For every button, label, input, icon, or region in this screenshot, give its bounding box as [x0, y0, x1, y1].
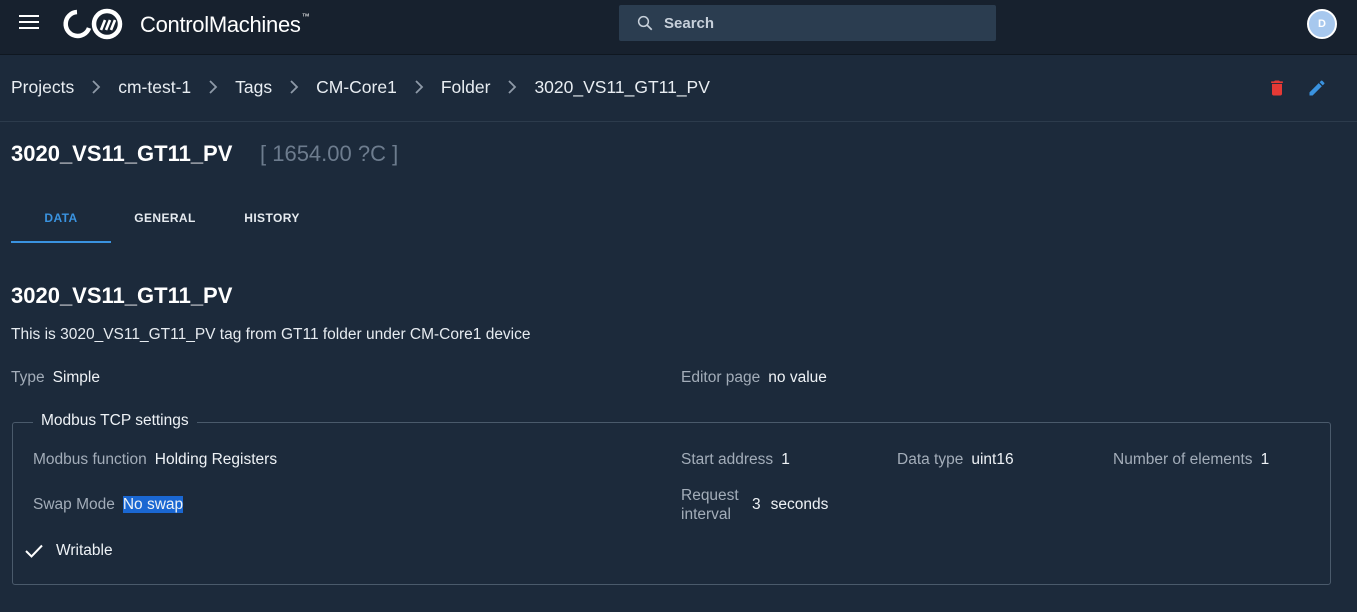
editor-page-label: Editor page — [681, 369, 761, 386]
delete-icon[interactable] — [1267, 78, 1287, 98]
request-interval-value: 3 — [752, 496, 761, 513]
breadcrumb-project[interactable]: cm-test-1 — [118, 77, 191, 98]
breadcrumb-bar: Projects cm-test-1 Tags CM-Core1 Folder … — [0, 56, 1357, 122]
request-interval-field: 3 seconds — [752, 496, 828, 514]
search-input[interactable] — [664, 5, 984, 41]
swap-mode-label: Swap Mode — [33, 496, 115, 513]
type-field: Type Simple — [11, 369, 100, 387]
number-of-elements-field: Number of elements 1 — [1113, 451, 1269, 469]
check-icon — [25, 544, 43, 558]
data-type-label: Data type — [897, 451, 964, 468]
top-app-bar: ControlMachines™ D — [0, 0, 1357, 55]
breadcrumb-device[interactable]: CM-Core1 — [316, 77, 397, 98]
modbus-function-label: Modbus function — [33, 451, 147, 468]
search-icon — [637, 15, 653, 31]
tab-general[interactable]: GENERAL — [111, 198, 219, 243]
start-address-value: 1 — [781, 451, 790, 468]
editor-page-value: no value — [768, 369, 827, 386]
edit-icon[interactable] — [1307, 78, 1327, 98]
request-interval-unit: seconds — [770, 496, 829, 513]
modbus-settings-legend: Modbus TCP settings — [33, 412, 197, 430]
writable-indicator: Writable — [24, 542, 113, 560]
breadcrumb-tag[interactable]: 3020_VS11_GT11_PV — [534, 77, 709, 98]
writable-label: Writable — [56, 542, 113, 559]
data-type-value: uint16 — [971, 451, 1014, 468]
breadcrumb-folder[interactable]: Folder — [441, 77, 491, 98]
controlmachines-logo-icon[interactable] — [63, 8, 125, 40]
editor-page-field: Editor page no value — [681, 369, 827, 387]
tab-bar: DATA GENERAL HISTORY — [11, 198, 325, 243]
section-title: 3020_VS11_GT11_PV — [11, 283, 233, 308]
type-label: Type — [11, 369, 45, 386]
tag-description: This is 3020_VS11_GT11_PV tag from GT11 … — [11, 326, 531, 343]
tab-data[interactable]: DATA — [11, 198, 111, 243]
start-address-label: Start address — [681, 451, 774, 468]
number-of-elements-label: Number of elements — [1113, 451, 1253, 468]
start-address-field: Start address 1 — [681, 451, 790, 469]
user-avatar[interactable]: D — [1307, 9, 1337, 39]
modbus-function-value: Holding Registers — [154, 451, 278, 468]
modbus-function-field: Modbus function Holding Registers — [33, 451, 277, 469]
chevron-right-icon — [191, 79, 235, 97]
type-value: Simple — [52, 369, 100, 386]
breadcrumb-projects[interactable]: Projects — [11, 77, 74, 98]
tab-history[interactable]: HISTORY — [219, 198, 325, 243]
breadcrumb-tags[interactable]: Tags — [235, 77, 272, 98]
chevron-right-icon — [74, 79, 118, 97]
swap-mode-value[interactable]: No swap — [122, 496, 184, 513]
number-of-elements-value: 1 — [1260, 451, 1270, 468]
data-type-field: Data type uint16 — [897, 451, 1014, 469]
swap-mode-field: Swap Mode No swap — [33, 496, 184, 514]
modbus-settings-box — [12, 422, 1331, 585]
chevron-right-icon — [272, 79, 316, 97]
brand-name[interactable]: ControlMachines™ — [140, 12, 310, 38]
menu-icon[interactable] — [19, 15, 39, 31]
live-value: [ 1654.00 ?C ] — [260, 141, 399, 166]
request-interval-label: Request interval — [681, 487, 739, 523]
chevron-right-icon — [397, 79, 441, 97]
breadcrumb: Projects cm-test-1 Tags CM-Core1 Folder … — [11, 77, 710, 98]
chevron-right-icon — [490, 79, 534, 97]
page-title: 3020_VS11_GT11_PV — [11, 141, 233, 166]
search-box[interactable] — [619, 5, 996, 41]
